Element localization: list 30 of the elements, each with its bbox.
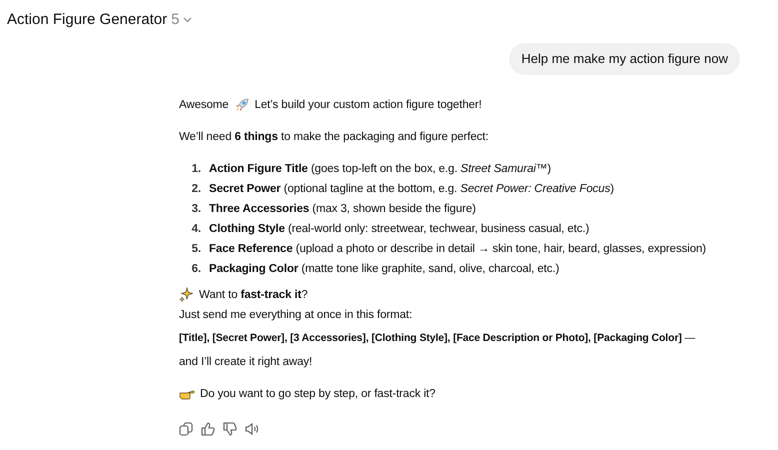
model-selector[interactable]: 5	[171, 8, 192, 32]
list-item-text: Secret Power (optional tagline at the bottom, e.g. Secret Power: Creative Focus)	[209, 182, 614, 196]
message-text: Want to fast-track it?	[199, 288, 308, 302]
user-message: Help me make my action figure now	[509, 43, 740, 74]
list-item-text: Action Figure Title (goes top-left on the box, e.g. Street Samurai™)	[209, 162, 551, 176]
chevron-down-icon	[183, 17, 192, 23]
list-item-text: Face Reference (upload a photo or describe in detail → skin tone, hair, beard, glasses, expression)	[209, 242, 706, 256]
list-number: 2.	[190, 182, 201, 196]
thumbs-down-icon[interactable]	[223, 422, 237, 436]
list-number: 6.	[190, 262, 201, 276]
list-number: 3.	[190, 202, 201, 216]
message-text: and I’ll create it right away!	[179, 354, 314, 370]
speaker-icon[interactable]	[245, 422, 259, 436]
list-number: 1.	[190, 162, 201, 176]
list-item-text: Packaging Color (matte tone like graphite, sand, olive, charcoal, etc.)	[209, 262, 560, 276]
message-text: Do you want to go step by step, or fast-track it?	[200, 386, 436, 402]
copy-icon[interactable]	[179, 422, 193, 436]
message-text: Just send me everything at once in this format:	[179, 308, 414, 322]
sparkles-icon	[179, 287, 194, 302]
list-item-text: Three Accessories (max 3, shown beside the figure)	[209, 202, 476, 216]
thumbs-up-icon[interactable]	[201, 422, 215, 436]
rocket-icon	[234, 96, 250, 112]
message-text: Let’s build your custom action figure together!	[254, 98, 482, 112]
message-text: [Title], [Secret Power], [3 Accessories], [Clothing Style], [Face Description or Photo], [Packaging Color] —	[179, 330, 696, 346]
message-text: Awesome	[179, 98, 229, 112]
list-number: 4.	[190, 222, 201, 236]
message-text: We’ll need 6 things to make the packaging and figure perfect:	[179, 130, 490, 144]
list-item-text: Clothing Style (real-world only: streetwear, techwear, business casual, etc.)	[209, 222, 590, 236]
chat-title: Action Figure Generator	[7, 10, 168, 30]
list-number: 5.	[190, 242, 201, 256]
